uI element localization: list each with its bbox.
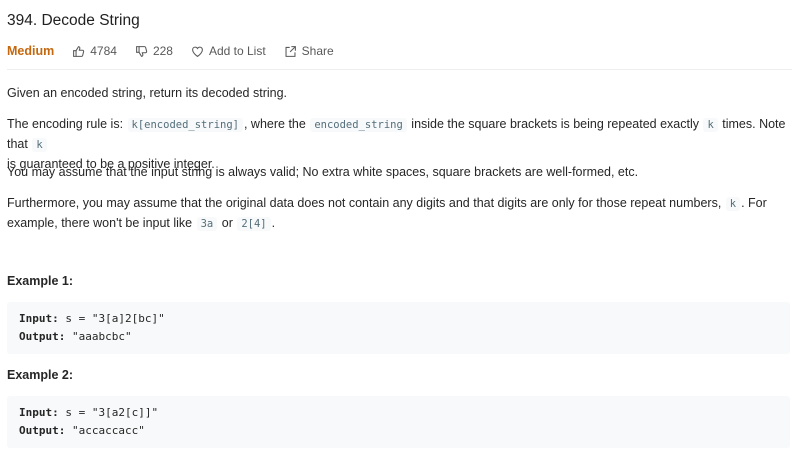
- thumbs-up-icon: [73, 45, 85, 57]
- inline-code: 2[4]: [237, 217, 271, 231]
- inline-code: k[encoded_string]: [127, 118, 243, 132]
- paragraph-validity: You may assume that the input string is …: [7, 165, 639, 179]
- example-input-line: Input: s = "3[a]2[bc]": [19, 312, 165, 325]
- add-to-list-label: Add to List: [208, 44, 266, 58]
- inline-code: k: [703, 118, 718, 132]
- paragraph-intro: Given an encoded string, return its deco…: [7, 86, 288, 100]
- problem-title: 394. Decode String: [7, 12, 140, 29]
- heart-icon: [192, 46, 203, 57]
- difficulty-badge: Medium: [7, 44, 55, 58]
- problem-description: 394. Decode String Medium 4784 228 Add t…: [0, 0, 800, 464]
- thumbs-down-icon: [136, 45, 148, 57]
- output-value: "aaabcbc": [71, 330, 132, 343]
- example-code-block: Input: s = "3[a]2[bc]" Output: "aaabcbc": [7, 302, 790, 354]
- example-output-line: Output: "aaabcbc": [19, 330, 132, 343]
- paragraph-digits: Furthermore, you may assume that the ori…: [7, 196, 767, 231]
- example-title: Example 2:: [7, 368, 74, 382]
- dislike-button[interactable]: 228: [135, 44, 173, 58]
- share-label: Share: [301, 44, 334, 58]
- inline-code: encoded_string: [310, 118, 407, 132]
- problem-meta-bar: Medium 4784 228 Add to List Share: [7, 42, 352, 60]
- share-icon: [285, 45, 296, 57]
- input-label: Input:: [19, 406, 59, 419]
- inline-code: 3a: [196, 217, 218, 231]
- example-output-line: Output: "accaccacc": [19, 424, 145, 437]
- output-value: "accaccacc": [71, 424, 145, 437]
- like-button[interactable]: 4784: [72, 44, 117, 58]
- input-value: s = "3[a2[c]]": [65, 406, 159, 419]
- input-value: s = "3[a]2[bc]": [65, 312, 165, 325]
- inline-code: k: [725, 197, 741, 211]
- example-code-block: Input: s = "3[a2[c]]" Output: "accaccacc…: [7, 396, 790, 448]
- example-input-line: Input: s = "3[a2[c]]": [19, 406, 158, 419]
- dislike-count: 228: [152, 44, 173, 58]
- divider: [7, 69, 792, 70]
- add-to-list-button[interactable]: Add to List: [191, 44, 266, 58]
- output-label: Output:: [19, 424, 66, 437]
- like-count: 4784: [90, 44, 117, 58]
- output-label: Output:: [19, 330, 66, 343]
- inline-code: k: [32, 138, 47, 152]
- example-title: Example 1:: [7, 274, 74, 288]
- share-button[interactable]: Share: [284, 44, 334, 58]
- input-label: Input:: [19, 312, 59, 325]
